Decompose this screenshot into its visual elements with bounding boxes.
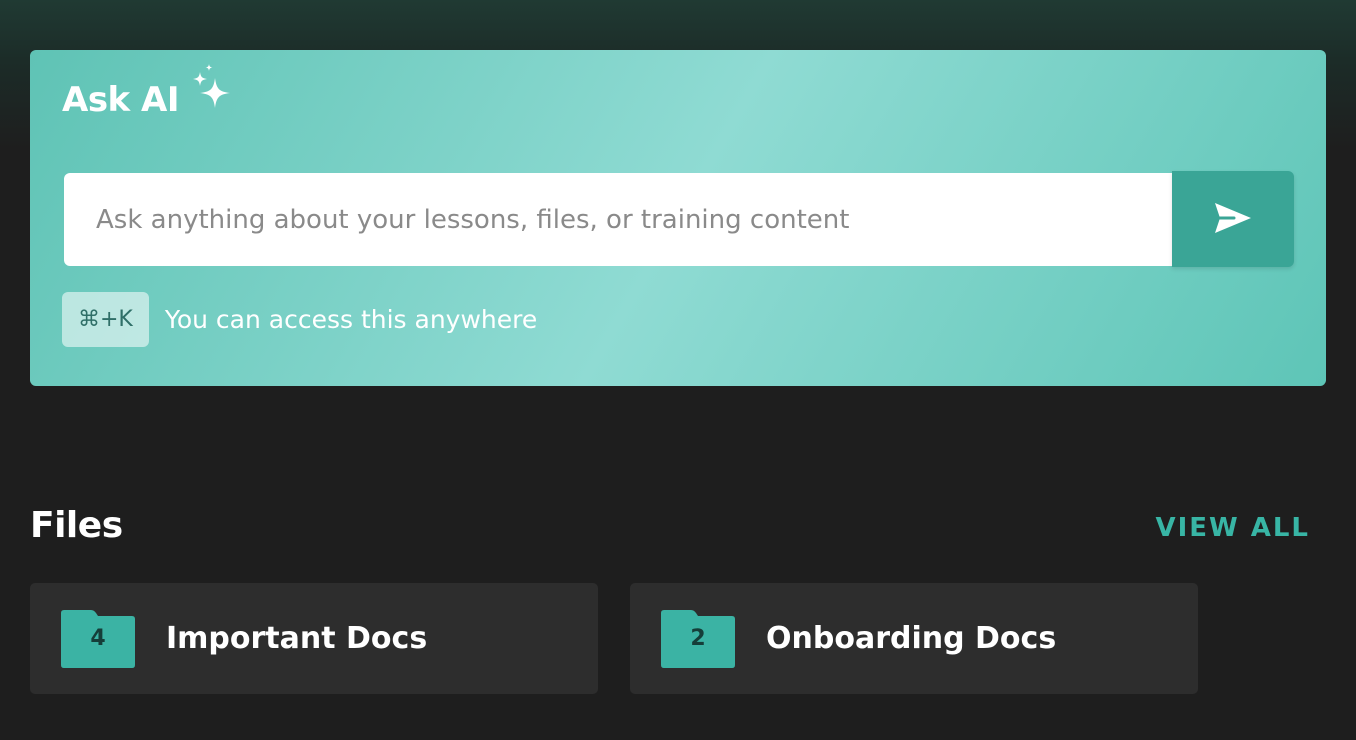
folder-name: Important Docs: [166, 621, 428, 656]
view-all-link[interactable]: VIEW ALL: [1155, 513, 1310, 543]
ask-ai-header: Ask AI: [62, 64, 233, 120]
sparkles-icon: [191, 64, 233, 116]
folder-name: Onboarding Docs: [766, 621, 1057, 656]
files-section-title: Files: [30, 505, 123, 546]
ask-ai-card: Ask AI ⌘+K You: [30, 50, 1326, 386]
folder-count: 2: [690, 625, 706, 651]
ask-ai-form: [64, 171, 1294, 267]
send-button[interactable]: [1172, 171, 1294, 267]
shortcut-row: ⌘+K You can access this anywhere: [62, 292, 537, 347]
page: Ask AI ⌘+K You: [0, 0, 1356, 740]
folder-card-important-docs[interactable]: 4 Important Docs: [30, 583, 598, 694]
send-icon: [1214, 202, 1252, 237]
ask-ai-title: Ask AI: [62, 80, 179, 120]
folder-count: 4: [90, 625, 106, 651]
folder-card-onboarding-docs[interactable]: 2 Onboarding Docs: [630, 583, 1198, 694]
folder-icon: 2: [661, 609, 735, 668]
keyboard-shortcut-badge: ⌘+K: [62, 292, 149, 347]
shortcut-hint: You can access this anywhere: [164, 305, 538, 334]
ask-ai-input[interactable]: [64, 173, 1172, 266]
folder-icon: 4: [61, 609, 135, 668]
